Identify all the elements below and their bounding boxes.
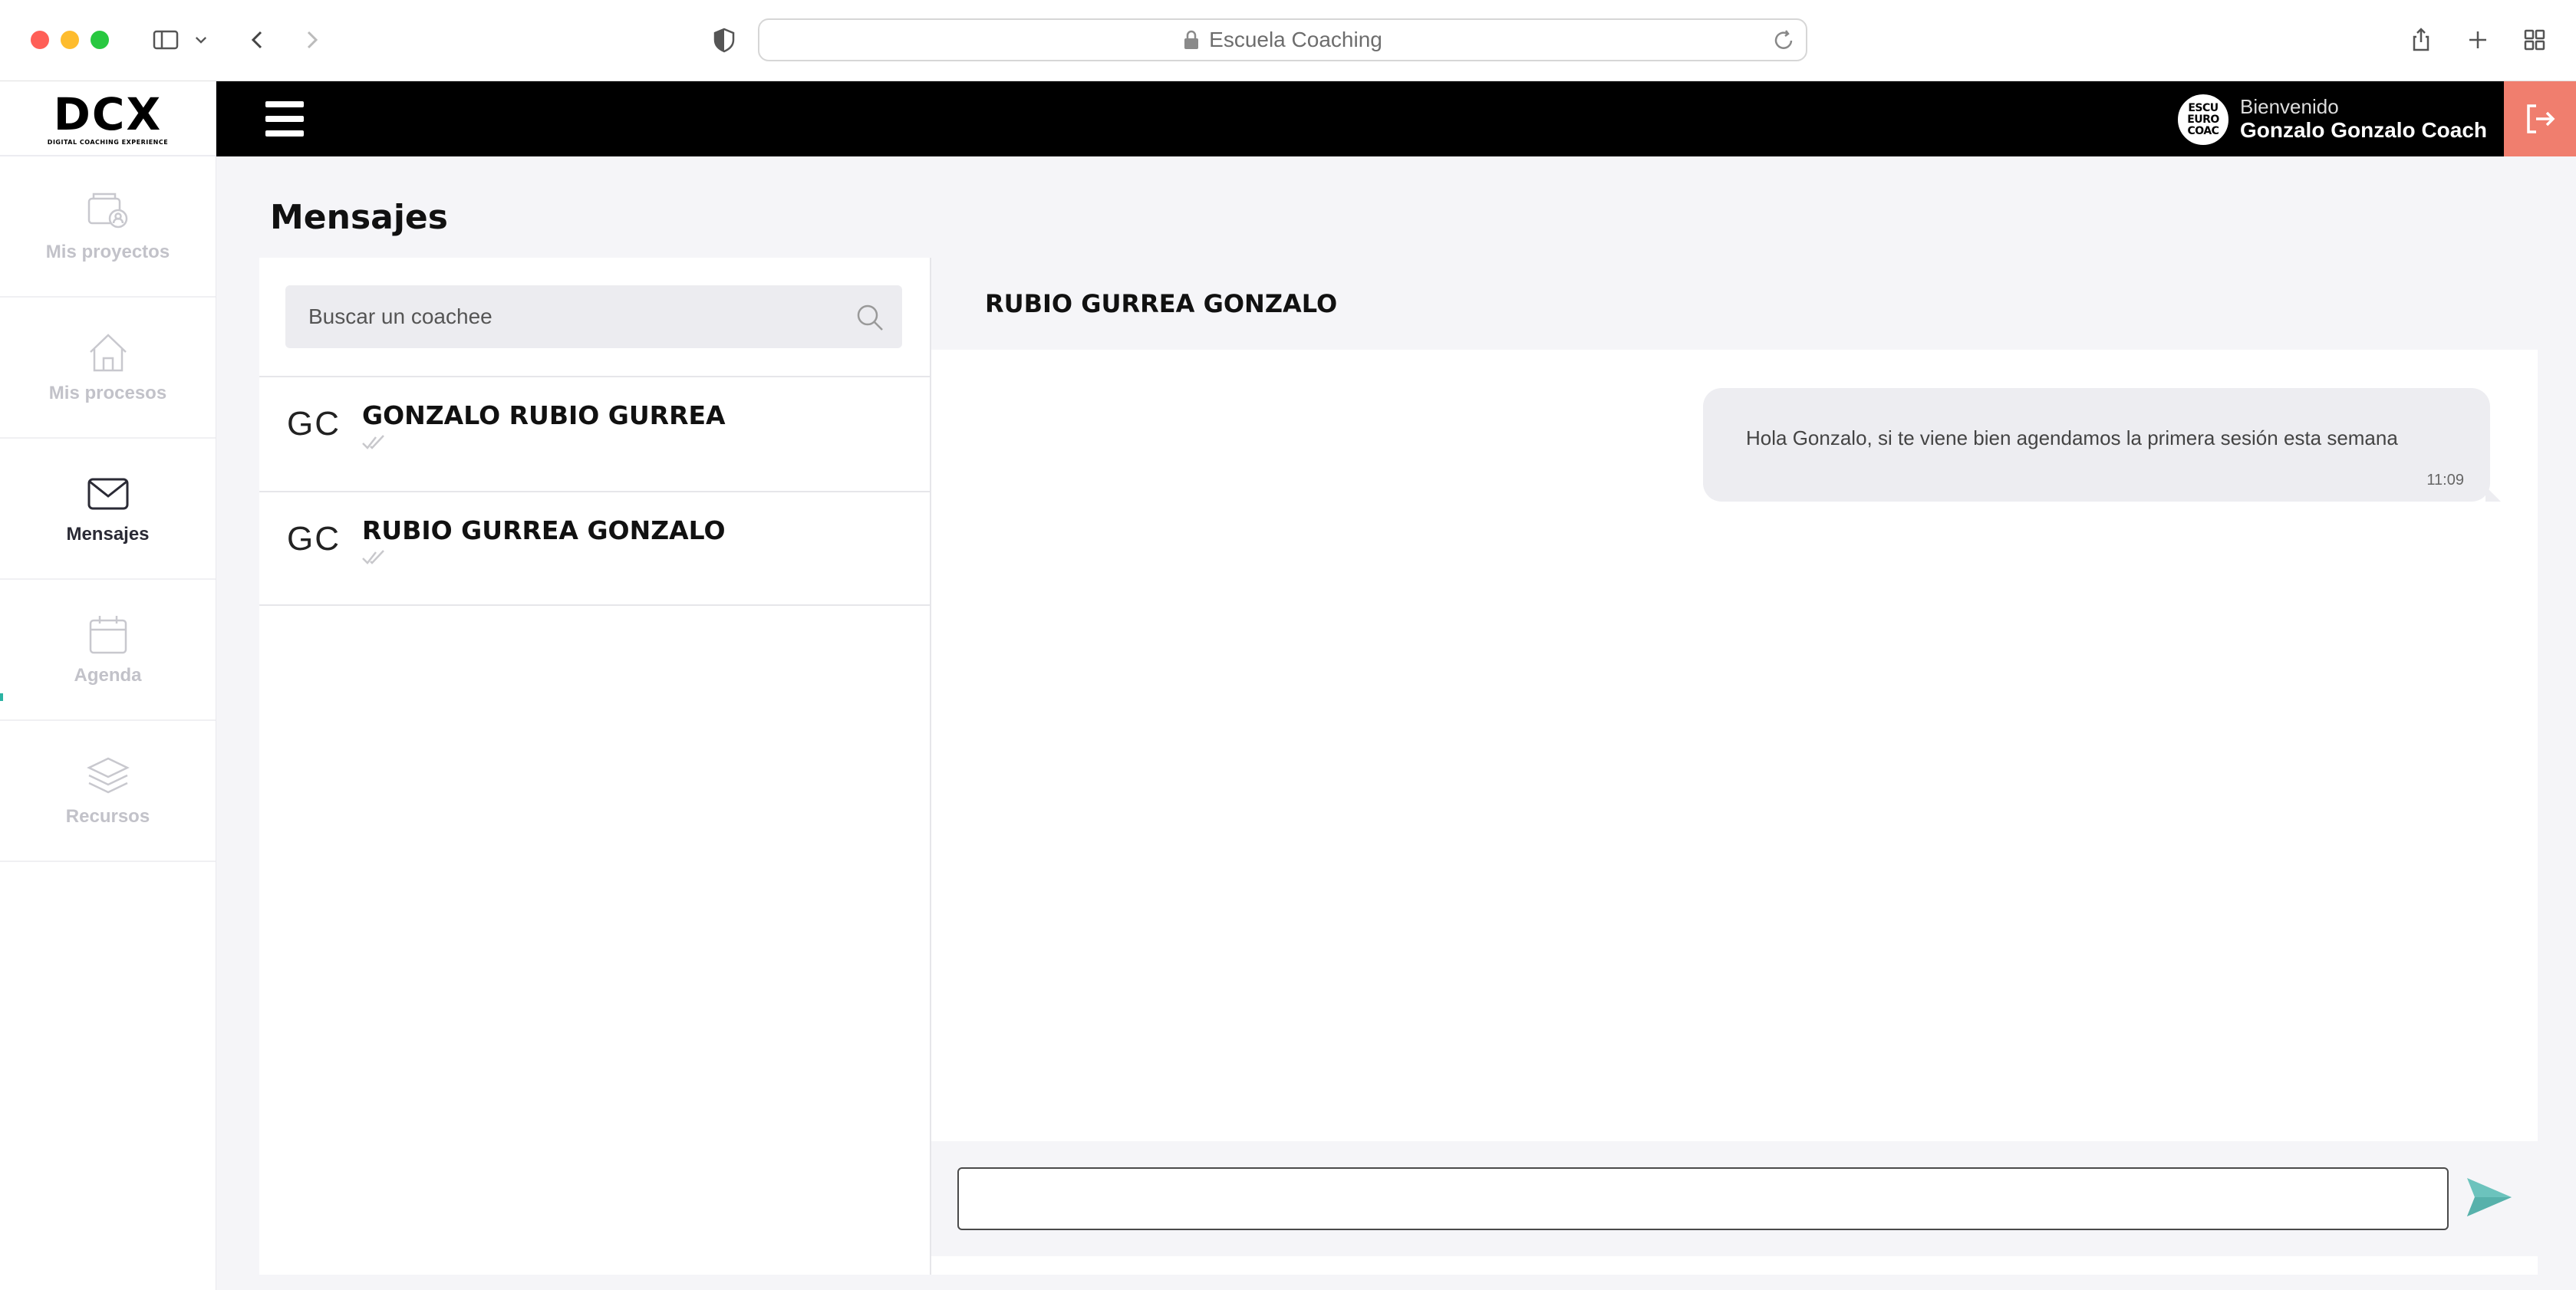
search-box: [285, 285, 902, 348]
sidebar-item-label: Mensajes: [66, 524, 150, 545]
minimize-window-button[interactable]: [61, 31, 79, 49]
logo-tagline: DIGITAL COACHING EXPERIENCE: [47, 138, 169, 146]
avatar-text-line: EURO: [2187, 113, 2219, 126]
reload-icon[interactable]: [1771, 28, 1797, 54]
welcome-label: Bienvenido: [2240, 95, 2339, 118]
welcome-block: Bienvenido Gonzalo Gonzalo Coach: [2240, 95, 2487, 143]
sidebar-item-agenda[interactable]: Agenda: [0, 580, 216, 721]
send-icon: [2467, 1178, 2512, 1216]
avatar[interactable]: ESCU EURO COAC: [2176, 92, 2231, 147]
sidebar-item-label: Agenda: [74, 665, 142, 686]
search-icon[interactable]: [855, 302, 885, 333]
contact-initials: GC: [287, 520, 341, 558]
menu-icon[interactable]: [265, 101, 304, 137]
mail-icon: [87, 478, 128, 510]
chevron-down-icon[interactable]: [190, 23, 212, 57]
double-check-icon: [362, 550, 384, 564]
sidebar-toggle-icon[interactable]: [149, 23, 183, 57]
chat-header: RUBIO GURREA GONZALO: [931, 258, 2538, 350]
address-bar[interactable]: Escuela Coaching: [758, 18, 1807, 61]
close-window-button[interactable]: [31, 31, 49, 49]
logout-button[interactable]: [2504, 81, 2576, 156]
message-time: 11:09: [2426, 472, 2464, 489]
projects-icon: [87, 193, 127, 229]
lock-icon: [1184, 30, 1199, 49]
sidebar-item-mensajes[interactable]: Mensajes: [0, 439, 216, 580]
url-text: Escuela Coaching: [1209, 28, 1382, 51]
contact-list-panel: GC GONZALO RUBIO GURREA GC RUBIO GURREA …: [259, 258, 931, 1275]
new-tab-icon[interactable]: [2461, 23, 2495, 57]
browser-toolbar: Escuela Coaching: [0, 0, 2576, 81]
share-icon[interactable]: [2404, 23, 2438, 57]
list-item[interactable]: GC GONZALO RUBIO GURREA: [259, 376, 931, 491]
sidebar-item-label: Mis proyectos: [45, 242, 170, 262]
sidebar-item-mis-proyectos[interactable]: Mis proyectos: [0, 156, 216, 298]
page-title: Mensajes: [270, 198, 448, 237]
logo[interactable]: DCX DIGITAL COACHING EXPERIENCE: [0, 81, 216, 156]
top-bar: ESCU EURO COAC Bienvenido Gonzalo Gonzal…: [216, 81, 2576, 156]
home-icon: [89, 334, 127, 372]
calendar-icon: [89, 616, 127, 654]
sidebar-item-label: Mis procesos: [48, 383, 167, 403]
send-button[interactable]: [2464, 1172, 2515, 1223]
zoom-window-button[interactable]: [91, 31, 109, 49]
chat-contact-name: RUBIO GURREA GONZALO: [985, 289, 1338, 318]
forward-arrow-icon[interactable]: [295, 23, 328, 57]
contact-initials: GC: [287, 405, 341, 443]
avatar-text-line: COAC: [2187, 124, 2219, 137]
search-input[interactable]: [308, 304, 830, 329]
contact-name: GONZALO RUBIO GURREA: [362, 400, 726, 430]
contact-list: GC GONZALO RUBIO GURREA GC RUBIO GURREA …: [259, 376, 931, 606]
chat-panel: RUBIO GURREA GONZALO Hola Gonzalo, si te…: [931, 258, 2538, 1275]
message-input[interactable]: [957, 1167, 2449, 1230]
sidebar-item-recursos[interactable]: Recursos: [0, 721, 216, 862]
sidebar: DCX DIGITAL COACHING EXPERIENCE Mis proy…: [0, 81, 216, 1290]
logout-icon: [2527, 104, 2555, 133]
back-arrow-icon[interactable]: [241, 23, 275, 57]
tab-overview-icon[interactable]: [2518, 23, 2551, 57]
message-composer: [931, 1141, 2538, 1256]
double-check-icon: [362, 435, 384, 449]
logo-text: DCX: [53, 87, 163, 140]
avatar-text-line: ESCU: [2188, 101, 2219, 114]
message-bubble: Hola Gonzalo, si te viene bien agendamos…: [1703, 388, 2501, 502]
message-text: Hola Gonzalo, si te viene bien agendamos…: [1746, 426, 2398, 449]
edge-marker: [0, 693, 3, 701]
contact-name: RUBIO GURREA GONZALO: [362, 515, 726, 545]
privacy-shield-icon[interactable]: [707, 23, 741, 57]
layers-icon: [86, 757, 130, 794]
list-item[interactable]: GC RUBIO GURREA GONZALO: [259, 491, 931, 606]
sidebar-item-mis-procesos[interactable]: Mis procesos: [0, 298, 216, 439]
sidebar-item-label: Recursos: [65, 806, 150, 827]
user-name: Gonzalo Gonzalo Coach: [2240, 118, 2488, 142]
